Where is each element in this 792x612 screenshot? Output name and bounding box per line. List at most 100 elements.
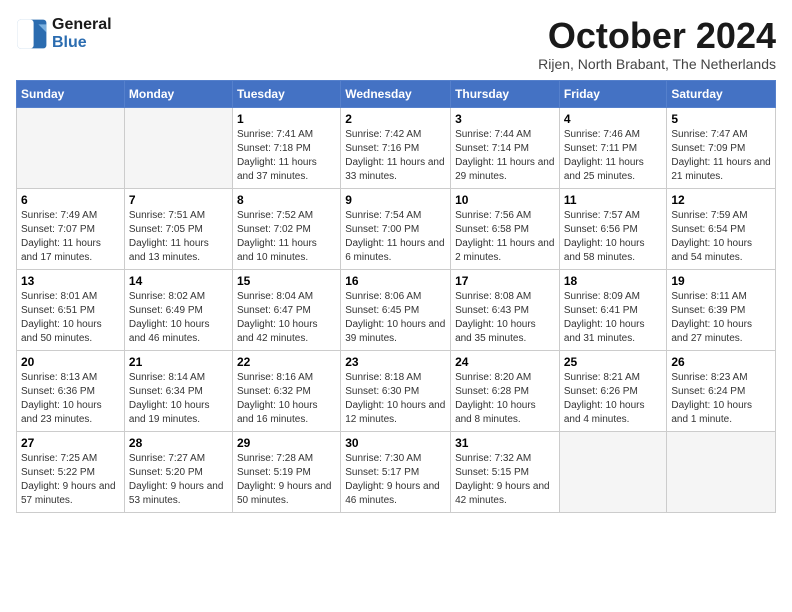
calendar-cell: 3 Sunrise: 7:44 AMSunset: 7:14 PMDaylight… <box>451 107 560 188</box>
day-detail: Sunrise: 8:16 AMSunset: 6:32 PMDaylight:… <box>237 371 336 427</box>
weekday-header: Friday <box>559 80 667 107</box>
day-number: 22 <box>237 355 336 369</box>
day-detail: Sunrise: 7:46 AMSunset: 7:11 PMDaylight:… <box>564 128 663 184</box>
day-number: 11 <box>564 193 663 207</box>
day-detail: Sunrise: 7:52 AMSunset: 7:02 PMDaylight:… <box>237 209 336 265</box>
day-detail: Sunrise: 7:59 AMSunset: 6:54 PMDaylight:… <box>671 209 771 265</box>
calendar-cell: 17 Sunrise: 8:08 AMSunset: 6:43 PMDayligh… <box>451 269 560 350</box>
day-detail: Sunrise: 8:14 AMSunset: 6:34 PMDaylight:… <box>129 371 228 427</box>
weekday-header: Tuesday <box>232 80 340 107</box>
day-number: 3 <box>455 112 555 126</box>
day-number: 31 <box>455 436 555 450</box>
logo-text: General Blue <box>52 16 112 52</box>
day-number: 17 <box>455 274 555 288</box>
day-detail: Sunrise: 7:25 AMSunset: 5:22 PMDaylight:… <box>21 452 120 508</box>
day-number: 9 <box>345 193 446 207</box>
calendar-cell: 11 Sunrise: 7:57 AMSunset: 6:56 PMDayligh… <box>559 188 667 269</box>
day-detail: Sunrise: 8:20 AMSunset: 6:28 PMDaylight:… <box>455 371 555 427</box>
day-detail: Sunrise: 7:42 AMSunset: 7:16 PMDaylight:… <box>345 128 446 184</box>
day-number: 23 <box>345 355 446 369</box>
day-detail: Sunrise: 7:54 AMSunset: 7:00 PMDaylight:… <box>345 209 446 265</box>
day-number: 16 <box>345 274 446 288</box>
calendar-cell: 16 Sunrise: 8:06 AMSunset: 6:45 PMDayligh… <box>341 269 451 350</box>
day-detail: Sunrise: 8:04 AMSunset: 6:47 PMDaylight:… <box>237 290 336 346</box>
location: Rijen, North Brabant, The Netherlands <box>538 56 776 72</box>
weekday-header: Wednesday <box>341 80 451 107</box>
calendar-cell: 27Sunrise: 7:25 AMSunset: 5:22 PMDayligh… <box>17 431 125 512</box>
calendar-cell: 23 Sunrise: 8:18 AMSunset: 6:30 PMDayligh… <box>341 350 451 431</box>
day-number: 29 <box>237 436 336 450</box>
day-number: 14 <box>129 274 228 288</box>
calendar-cell: 12 Sunrise: 7:59 AMSunset: 6:54 PMDayligh… <box>667 188 776 269</box>
day-number: 21 <box>129 355 228 369</box>
day-number: 2 <box>345 112 446 126</box>
day-number: 4 <box>564 112 663 126</box>
weekday-header: Monday <box>124 80 232 107</box>
day-number: 18 <box>564 274 663 288</box>
day-detail: Sunrise: 7:49 AMSunset: 7:07 PMDaylight:… <box>21 209 120 265</box>
calendar-cell: 2 Sunrise: 7:42 AMSunset: 7:16 PMDaylight… <box>341 107 451 188</box>
calendar-cell: 31 Sunrise: 7:32 AMSunset: 5:15 PMDayligh… <box>451 431 560 512</box>
day-detail: Sunrise: 7:44 AMSunset: 7:14 PMDaylight:… <box>455 128 555 184</box>
calendar-week-row: 6 Sunrise: 7:49 AMSunset: 7:07 PMDaylight… <box>17 188 776 269</box>
calendar-cell: 30Sunrise: 7:30 AMSunset: 5:17 PMDayligh… <box>341 431 451 512</box>
page-header: General Blue October 2024 Rijen, North B… <box>16 16 776 72</box>
calendar-cell: 8 Sunrise: 7:52 AMSunset: 7:02 PMDaylight… <box>232 188 340 269</box>
calendar-cell: 25 Sunrise: 8:21 AMSunset: 6:26 PMDayligh… <box>559 350 667 431</box>
day-number: 8 <box>237 193 336 207</box>
calendar-cell: 18 Sunrise: 8:09 AMSunset: 6:41 PMDayligh… <box>559 269 667 350</box>
logo: General Blue <box>16 16 112 52</box>
calendar-table: SundayMondayTuesdayWednesdayThursdayFrid… <box>16 80 776 513</box>
day-detail: Sunrise: 8:02 AMSunset: 6:49 PMDaylight:… <box>129 290 228 346</box>
day-number: 28 <box>129 436 228 450</box>
calendar-cell: 6 Sunrise: 7:49 AMSunset: 7:07 PMDaylight… <box>17 188 125 269</box>
day-detail: Sunrise: 7:28 AMSunset: 5:19 PMDaylight:… <box>237 452 336 508</box>
calendar-week-row: 20Sunrise: 8:13 AMSunset: 6:36 PMDayligh… <box>17 350 776 431</box>
calendar-cell: 14 Sunrise: 8:02 AMSunset: 6:49 PMDayligh… <box>124 269 232 350</box>
calendar-week-row: 13Sunrise: 8:01 AMSunset: 6:51 PMDayligh… <box>17 269 776 350</box>
day-number: 1 <box>237 112 336 126</box>
day-detail: Sunrise: 8:21 AMSunset: 6:26 PMDaylight:… <box>564 371 663 427</box>
day-detail: Sunrise: 8:06 AMSunset: 6:45 PMDaylight:… <box>345 290 446 346</box>
day-detail: Sunrise: 7:57 AMSunset: 6:56 PMDaylight:… <box>564 209 663 265</box>
day-number: 26 <box>671 355 771 369</box>
day-detail: Sunrise: 7:51 AMSunset: 7:05 PMDaylight:… <box>129 209 228 265</box>
day-detail: Sunrise: 8:18 AMSunset: 6:30 PMDaylight:… <box>345 371 446 427</box>
month-title: October 2024 <box>538 16 776 56</box>
calendar-cell: 7Sunrise: 7:51 AMSunset: 7:05 PMDaylight… <box>124 188 232 269</box>
calendar-cell: 13Sunrise: 8:01 AMSunset: 6:51 PMDayligh… <box>17 269 125 350</box>
day-detail: Sunrise: 8:08 AMSunset: 6:43 PMDaylight:… <box>455 290 555 346</box>
day-detail: Sunrise: 7:41 AMSunset: 7:18 PMDaylight:… <box>237 128 336 184</box>
day-number: 12 <box>671 193 771 207</box>
calendar-cell: 29 Sunrise: 7:28 AMSunset: 5:19 PMDayligh… <box>232 431 340 512</box>
day-number: 30 <box>345 436 446 450</box>
day-number: 25 <box>564 355 663 369</box>
calendar-cell: 9 Sunrise: 7:54 AMSunset: 7:00 PMDaylight… <box>341 188 451 269</box>
day-detail: Sunrise: 8:09 AMSunset: 6:41 PMDaylight:… <box>564 290 663 346</box>
day-number: 6 <box>21 193 120 207</box>
calendar-cell: 4 Sunrise: 7:46 AMSunset: 7:11 PMDaylight… <box>559 107 667 188</box>
day-detail: Sunrise: 8:11 AMSunset: 6:39 PMDaylight:… <box>671 290 771 346</box>
calendar-cell <box>17 107 125 188</box>
calendar-cell: 26 Sunrise: 8:23 AMSunset: 6:24 PMDayligh… <box>667 350 776 431</box>
calendar-cell: 19Sunrise: 8:11 AMSunset: 6:39 PMDayligh… <box>667 269 776 350</box>
calendar-cell: 1 Sunrise: 7:41 AMSunset: 7:18 PMDaylight… <box>232 107 340 188</box>
calendar-cell: 28Sunrise: 7:27 AMSunset: 5:20 PMDayligh… <box>124 431 232 512</box>
calendar-week-row: 1 Sunrise: 7:41 AMSunset: 7:18 PMDaylight… <box>17 107 776 188</box>
day-detail: Sunrise: 7:56 AMSunset: 6:58 PMDaylight:… <box>455 209 555 265</box>
calendar-cell <box>559 431 667 512</box>
calendar-cell: 5 Sunrise: 7:47 AMSunset: 7:09 PMDaylight… <box>667 107 776 188</box>
calendar-cell: 22 Sunrise: 8:16 AMSunset: 6:32 PMDayligh… <box>232 350 340 431</box>
day-number: 5 <box>671 112 771 126</box>
day-detail: Sunrise: 7:47 AMSunset: 7:09 PMDaylight:… <box>671 128 771 184</box>
calendar-week-row: 27Sunrise: 7:25 AMSunset: 5:22 PMDayligh… <box>17 431 776 512</box>
day-number: 10 <box>455 193 555 207</box>
weekday-header-row: SundayMondayTuesdayWednesdayThursdayFrid… <box>17 80 776 107</box>
calendar-cell <box>667 431 776 512</box>
calendar-cell <box>124 107 232 188</box>
calendar-cell: 21 Sunrise: 8:14 AMSunset: 6:34 PMDayligh… <box>124 350 232 431</box>
day-detail: Sunrise: 8:23 AMSunset: 6:24 PMDaylight:… <box>671 371 771 427</box>
title-area: October 2024 Rijen, North Brabant, The N… <box>538 16 776 72</box>
calendar-cell: 10 Sunrise: 7:56 AMSunset: 6:58 PMDayligh… <box>451 188 560 269</box>
day-detail: Sunrise: 7:32 AMSunset: 5:15 PMDaylight:… <box>455 452 555 508</box>
